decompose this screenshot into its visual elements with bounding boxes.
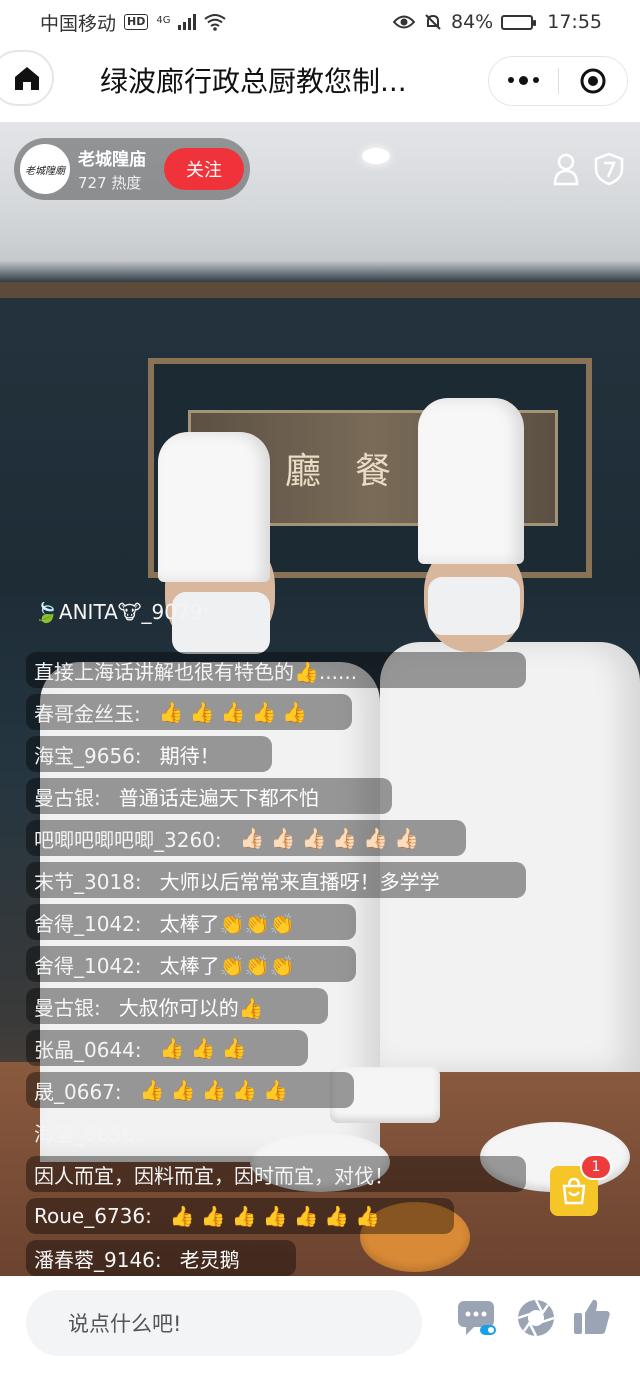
comment-row: 张晶_0644: 👍👍👍 [26,1030,308,1066]
like-thumb-icon[interactable] [572,1298,612,1336]
cart-badge: 1 [580,1154,612,1180]
nav-bar: 绿波廊行政总厨教您制... [0,44,640,122]
ceiling-light [362,148,390,164]
comment-message: 太棒了👏👏👏 [159,911,295,936]
comment-user: Roue_6736: [34,1204,152,1228]
comment-message: 👍🏻👍🏻👍🏻👍🏻👍🏻👍🏻 [239,826,426,850]
page-title: 绿波廊行政总厨教您制... [100,65,407,98]
comment-row: Roue_6736: 👍👍👍👍👍👍👍 [26,1198,454,1234]
live-video[interactable]: 廳 餐 廊 老城隍廟 老城隍庙 727 热度 关注 🍃ANITA🐮_9079:直… [0,122,640,1276]
comment-user: 因人而宜，因料而宜，因时而宜，对伐！ [34,1163,394,1188]
clock: 17:55 [547,11,602,33]
target-icon [580,68,606,94]
comment-row: 末节_3018: 大师以后常常来直播呀！多学学 [26,862,526,898]
comment-user: 舍得_1042: [34,911,142,936]
status-bar: 中国移动 HD 4G 84% 17:55 [0,0,640,44]
chat-bubble-icon[interactable] [456,1298,500,1338]
comment-message: 大叔你可以的👍 [118,995,264,1020]
bottom-bar: 说点什么吧! [0,1276,640,1387]
comment-message: 👍👍👍 [159,1036,253,1060]
comment-user: 曼古银: [34,785,101,810]
comment-row: 曼古银: 大叔你可以的👍 [26,988,328,1024]
comment-input[interactable]: 说点什么吧! [26,1290,422,1356]
comment-row: 因人而宜，因料而宜，因时而宜，对伐！ [26,1156,526,1192]
comment-user: 海宝_9656: [34,1121,142,1146]
mute-bell-icon [425,14,441,30]
share-aperture-icon[interactable] [516,1298,556,1338]
host-card[interactable]: 老城隍廟 老城隍庙 727 热度 关注 [14,138,250,200]
shield-icon[interactable] [594,152,624,186]
comment-row: 春哥金丝玉: 👍👍👍👍👍 [26,694,352,730]
plaque-char: 餐 [354,451,391,492]
shopping-cart-button[interactable]: 1 [550,1154,612,1216]
comment-row: 曼古银: 普通话走遍天下都不怕 [26,778,392,814]
comment-row: 海宝_9656: [26,1114,168,1150]
more-icon [507,77,514,84]
eye-icon [393,15,415,29]
comment-user: 晟_0667: [34,1079,122,1104]
comment-row: 舍得_1042: 太棒了👏👏👏 [26,946,356,982]
comment-row: 海宝_9656: 期待！ [26,736,272,772]
comment-row: 🍃ANITA🐮_9079: [26,602,235,624]
comment-row: 吧唧吧唧吧唧_3260: 👍🏻👍🏻👍🏻👍🏻👍🏻👍🏻 [26,820,466,856]
follow-button[interactable]: 关注 [164,148,244,190]
battery-icon [501,14,537,30]
comment-row: 潘春蓉_9146: 老灵鹅 [26,1240,296,1276]
comment-user: 张晶_0644: [34,1037,142,1062]
comment-user: 直接上海话讲解也很有特色的👍...... [34,659,358,684]
comment-row: 晟_0667: 👍👍👍👍👍 [26,1072,354,1108]
comment-user: 曼古银: [34,995,101,1020]
comment-row: 直接上海话讲解也很有特色的👍...... [26,652,526,688]
comment-user: 舍得_1042: [34,953,142,978]
mini-program-capsule [488,56,628,106]
comment-user: 潘春蓉_9146: [34,1247,162,1272]
comment-user: 吧唧吧唧吧唧_3260: [34,827,222,852]
comment-user: 末节_3018: [34,869,142,894]
comment-message: 大师以后常常来直播呀！多学学 [159,869,440,894]
user-icon[interactable] [552,152,580,186]
comment-message: 普通话走遍天下都不怕 [118,785,319,810]
host-heat: 727 热度 [78,174,142,192]
comment-row: 舍得_1042: 太棒了👏👏👏 [26,904,356,940]
network-type: 4G [156,14,171,26]
comment-user: 🍃ANITA🐮_9079: [34,602,210,624]
comment-message: 👍👍👍👍👍 [158,700,314,724]
home-button[interactable] [0,50,54,106]
home-icon [15,67,39,90]
comment-message: 期待！ [159,743,220,768]
close-button[interactable] [559,67,628,95]
carrier-label: 中国移动 [40,12,117,35]
signal-icon [178,14,197,30]
host-name: 老城隍庙 [78,150,146,170]
comment-user: 海宝_9656: [34,743,142,768]
host-avatar: 老城隍廟 [20,144,70,194]
comment-message: 老灵鹅 [179,1247,240,1272]
plaque-char: 廳 [284,451,321,492]
comment-message: 太棒了👏👏👏 [159,953,295,978]
more-button[interactable] [489,75,558,85]
shopping-bag-icon [562,1177,586,1205]
comment-message: 👍👍👍👍👍 [139,1078,295,1102]
wifi-icon [204,14,227,31]
hd-badge: HD [124,14,149,30]
comment-message: 👍👍👍👍👍👍👍 [169,1204,387,1228]
comment-user: 春哥金丝玉: [34,701,141,726]
battery-percent: 84% [451,11,494,33]
